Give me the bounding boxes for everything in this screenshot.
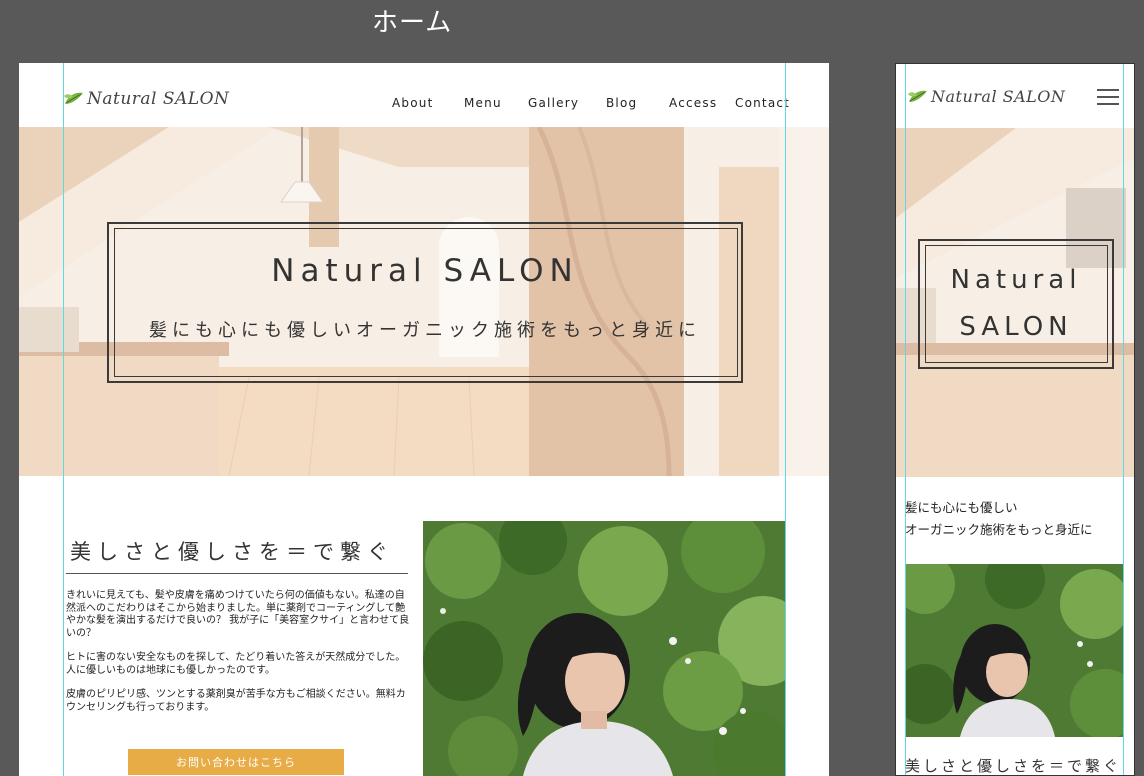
contact-cta-button[interactable]: お問い合わせはこちら [128,749,344,775]
site-header: Natural SALON About Menu Gallery Blog Ac… [19,63,829,127]
brand-name: Natural SALON [87,89,230,109]
intro-heading: 美しさと優しさを＝で繋ぐ [70,540,394,564]
nav-gallery[interactable]: Gallery [528,96,579,110]
hero-section: Natural SALON 髪にも心にも優しいオーガニック施術をもっと身近に [19,127,829,476]
site-logo-mobile[interactable]: Natural SALON [907,87,1065,106]
intro-body: きれいに見えても、髪や皮膚を痛めつけていたら何の価値もない。私達の自然派へのこだ… [66,590,411,726]
intro-paragraph: ヒトに害のない安全なものを探して、たどり着いた答えが天然成分でした。人に優しいも… [66,652,406,676]
nav-contact[interactable]: Contact [735,96,790,110]
hero-title-mobile: Natural SALON [950,265,1082,342]
hamburger-menu-icon[interactable] [1097,88,1119,106]
hero-title: Natural SALON [271,253,579,289]
brand-name: Natural SALON [931,87,1066,106]
leaf-icon [64,92,83,104]
hero-frame-inner [114,228,738,377]
nav-about[interactable]: About [392,96,433,110]
intro-paragraph: きれいに見えても、髪や皮膚を痛めつけていたら何の価値もない。私達の自然派へのこだ… [66,590,410,639]
hero-subtitle-mobile: 髪にも心にも優しい オーガニック施術をもっと身近に [905,500,1093,537]
intro-divider [66,573,408,574]
artboard-title: ホーム [372,8,453,38]
woman-photo [423,521,785,776]
hero-section-mobile: Natural SALON [896,128,1134,477]
leaf-icon [908,90,927,102]
intro-heading-mobile: 美しさと優しさを＝で繋ぐ [905,757,1122,775]
woman-photo-mobile [905,564,1124,737]
nav-access[interactable]: Access [669,96,717,110]
mobile-artboard: Natural SALON Natural SALON 髪にも心にも優しい オー… [895,63,1135,776]
site-logo[interactable]: Natural SALON [63,89,229,109]
intro-paragraph: 皮膚のピリピリ感、ツンとする薬剤臭が苦手な方もご相談ください。無料カウンセリング… [66,689,406,713]
nav-blog[interactable]: Blog [606,96,637,110]
hero-subtitle: 髪にも心にも優しいオーガニック施術をもっと身近に [149,320,701,341]
nav-menu[interactable]: Menu [464,96,502,110]
desktop-artboard: Natural SALON About Menu Gallery Blog Ac… [19,63,829,776]
